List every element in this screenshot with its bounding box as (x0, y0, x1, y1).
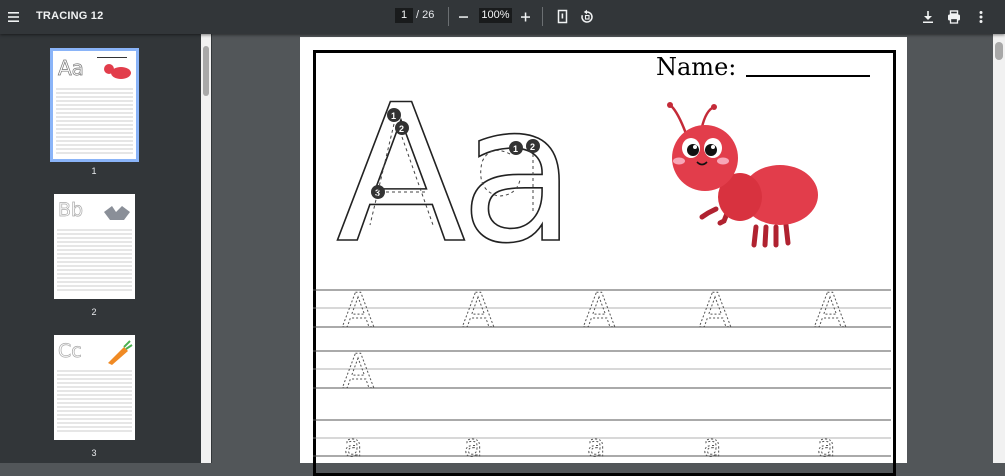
thumbnail-letters: Aa (58, 56, 84, 80)
main-scrollbar[interactable] (993, 34, 1005, 463)
thumbnail-page-3[interactable]: Cc (54, 335, 135, 440)
thumbnail-letters: Cc (58, 340, 82, 362)
thumbnail-letters: Bb (58, 199, 83, 221)
big-letters-tracing: Aa 1 2 3 1 2 (335, 92, 560, 252)
download-icon[interactable] (919, 8, 937, 26)
toolbar-divider (448, 7, 449, 26)
thumbnail-label: 2 (91, 307, 97, 317)
pdf-toolbar: TRACING 12 1 / 26 100% (0, 0, 1005, 34)
stroke-order-2-label: 2 (399, 124, 404, 134)
name-label: Name: (656, 53, 737, 81)
trace-letter-lower: a (587, 429, 605, 463)
trace-letter-upper: A (699, 284, 731, 339)
trace-letter-lower: a (703, 429, 721, 463)
thumbnail-preview: Bb (57, 199, 132, 291)
thumbnail-page-1[interactable]: Aa (50, 48, 139, 162)
toolbar-divider (542, 7, 543, 26)
fit-page-icon[interactable] (554, 8, 572, 26)
print-icon[interactable] (945, 8, 963, 26)
handwriting-practice-lines: A A A A A A a a a a a (313, 284, 891, 463)
trace-letter-upper: A (814, 284, 846, 339)
trace-letter-lower: a (817, 429, 835, 463)
thumbnail-preview: Aa (56, 56, 133, 154)
trace-letter-lower: a (464, 429, 482, 463)
zoom-in-icon[interactable] (517, 8, 535, 26)
stroke-order-1-label: 1 (391, 111, 396, 121)
menu-icon[interactable] (6, 8, 24, 26)
trace-letter-upper: A (342, 345, 374, 400)
big-letters: Aa (336, 92, 560, 252)
name-line (746, 75, 870, 77)
sidebar-scrollbar-thumb[interactable] (203, 46, 209, 96)
thumbnail-label: 1 (91, 166, 97, 176)
document-title: TRACING 12 (36, 10, 104, 22)
sidebar-scrollbar[interactable] (201, 34, 211, 463)
trace-letter-lower: a (344, 429, 362, 463)
page-total: / 26 (416, 9, 435, 21)
stroke-order-a2-label: 2 (530, 142, 535, 152)
main-scrollbar-thumb[interactable] (995, 42, 1003, 60)
rotate-icon[interactable] (578, 8, 596, 26)
ant-illustration (667, 102, 818, 248)
document-page: Name: Aa 1 2 3 1 2 A A A A A A a a a a a (300, 37, 907, 476)
thumbnail-preview: Cc (57, 340, 133, 432)
trace-letter-upper: A (583, 284, 615, 339)
trace-letter-upper: A (462, 284, 494, 339)
thumbnail-page-2[interactable]: Bb (54, 194, 135, 299)
more-vert-icon[interactable] (972, 8, 990, 26)
stroke-order-3-label: 3 (375, 188, 380, 198)
zoom-out-icon[interactable] (455, 8, 473, 26)
page-number-input[interactable]: 1 (395, 8, 413, 23)
trace-letter-upper: A (342, 284, 374, 339)
thumbnail-label: 3 (91, 448, 97, 458)
stroke-order-a1-label: 1 (513, 144, 518, 154)
zoom-level-input[interactable]: 100% (479, 8, 512, 23)
